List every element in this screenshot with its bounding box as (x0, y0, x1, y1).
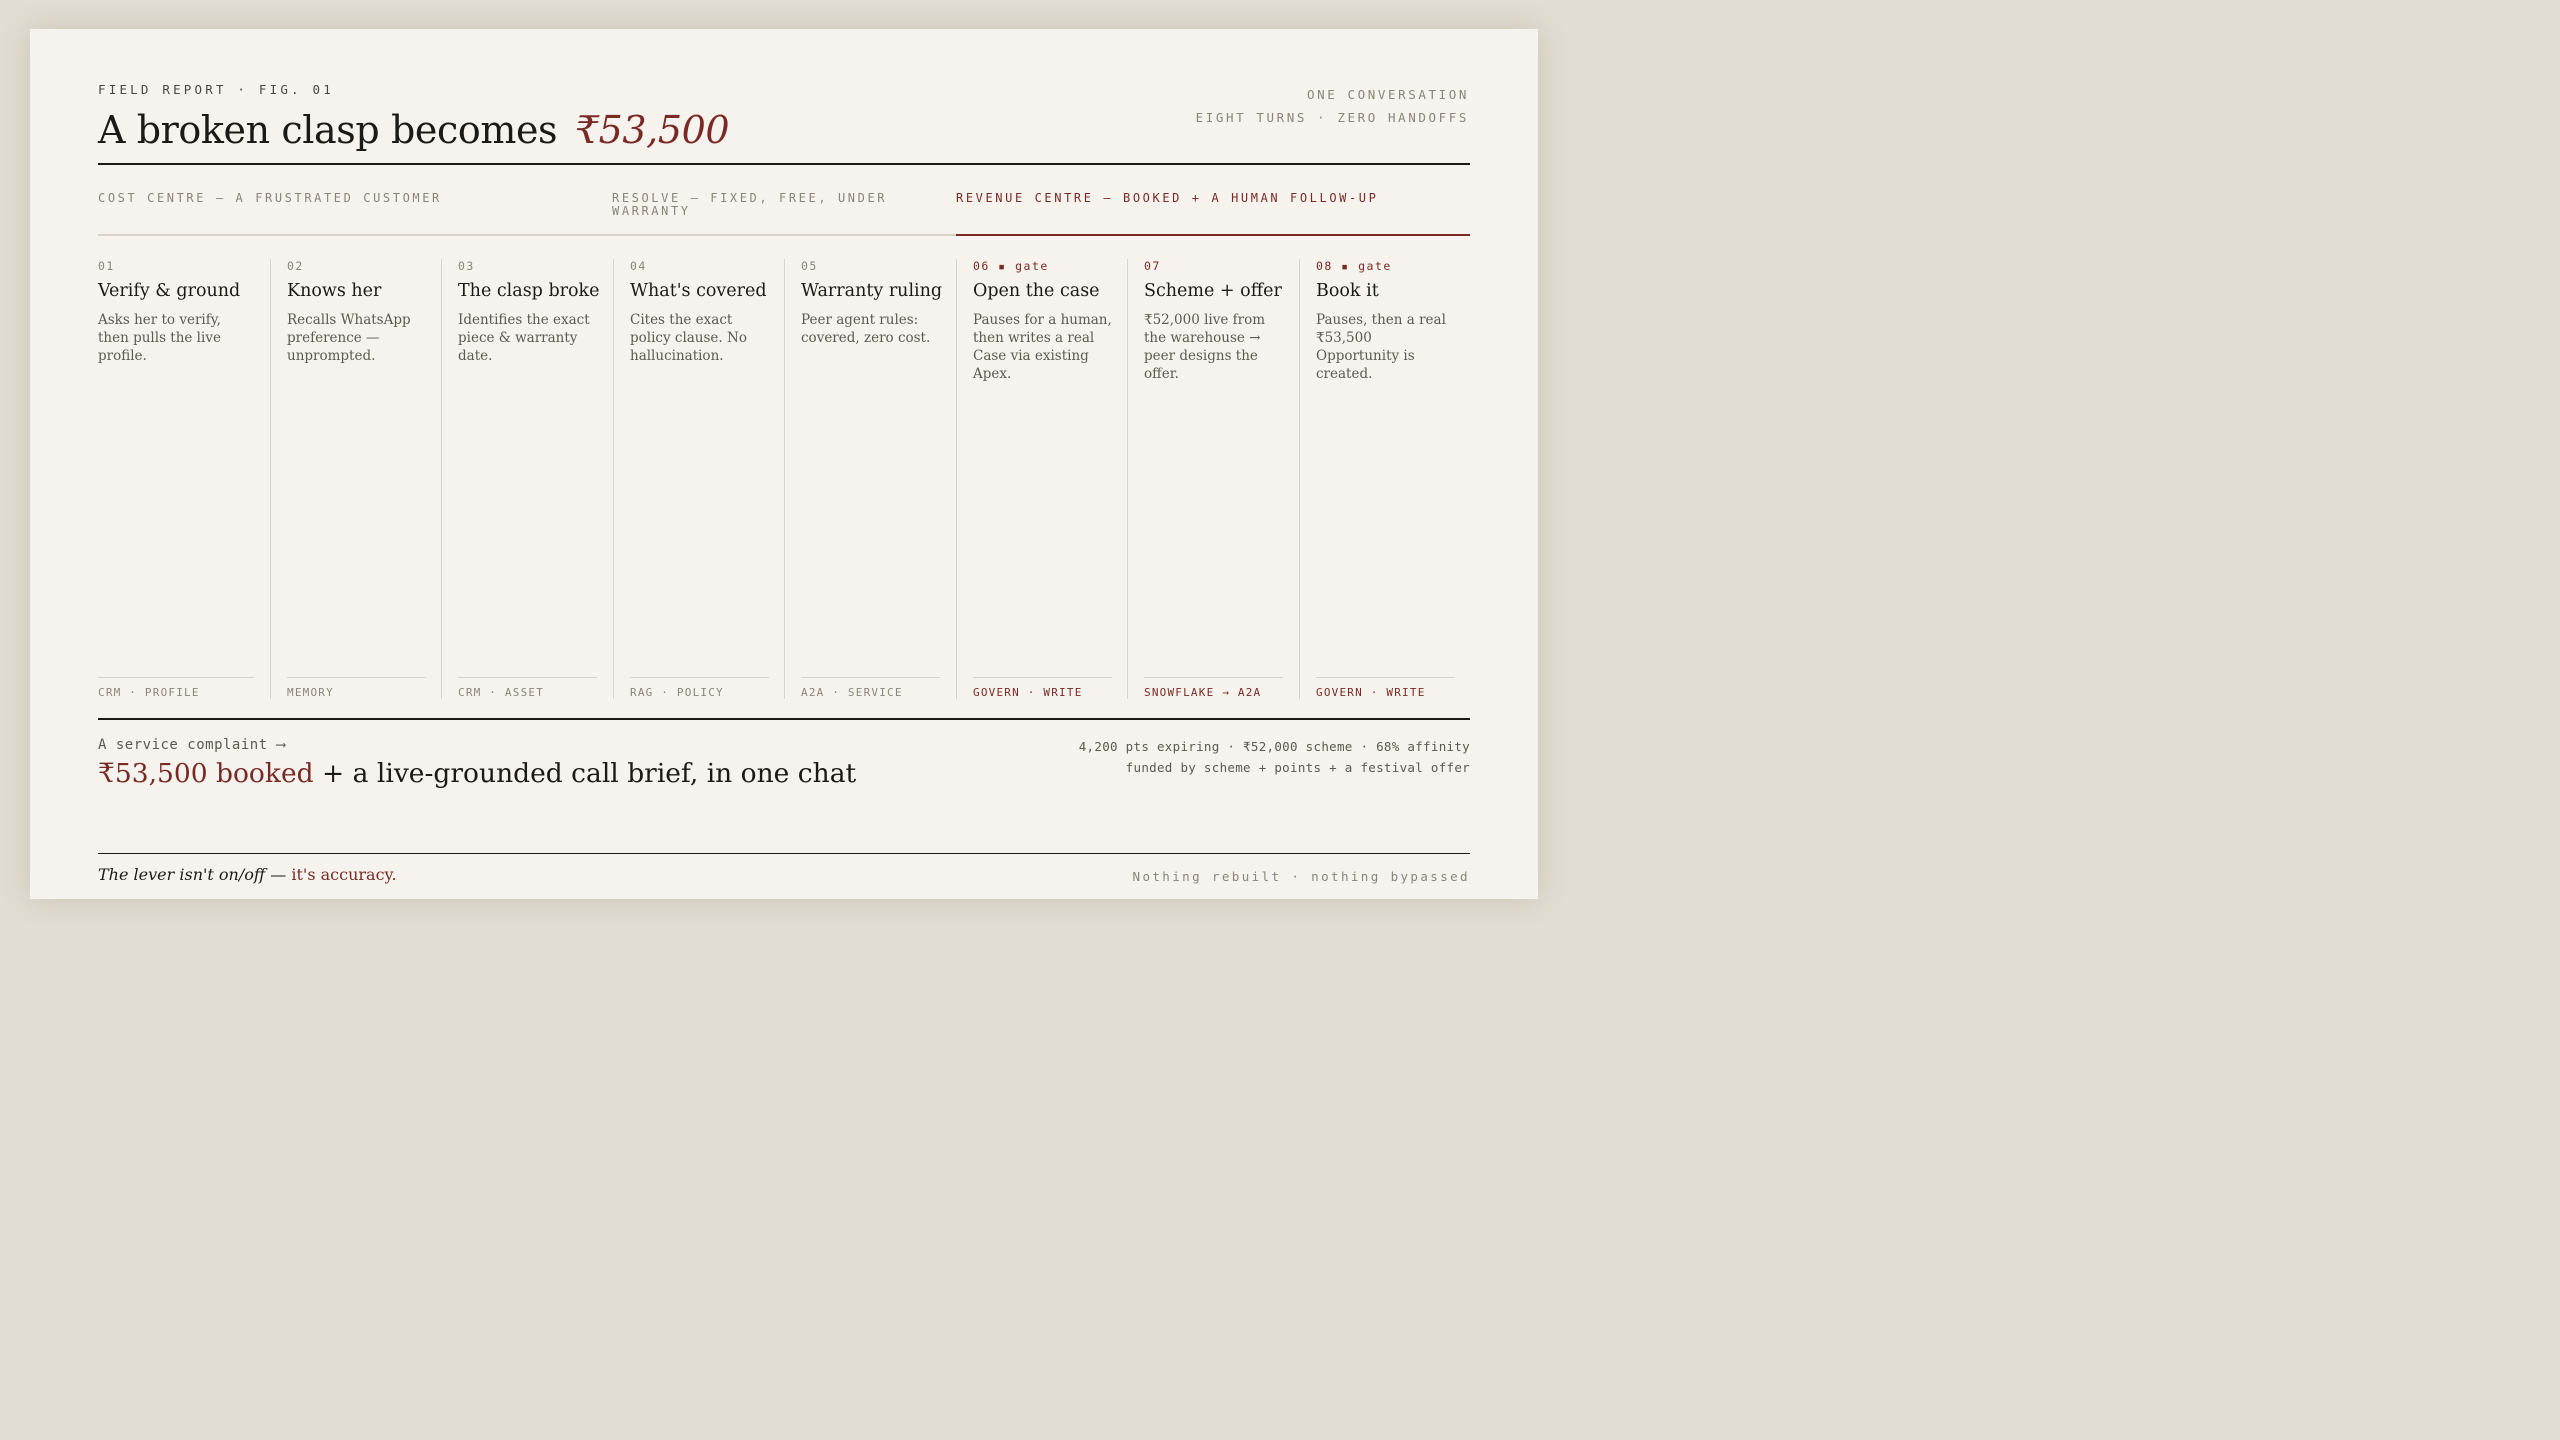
meta-conversation: ONE CONVERSATION (1306, 87, 1469, 102)
step-divider (630, 677, 769, 678)
step-card: 05 Warranty ruling Peer agent rules: cov… (784, 259, 956, 699)
footer-closing: Nothing rebuilt · nothing bypassed (1132, 869, 1470, 884)
step-tag: RAG · POLICY (630, 686, 724, 699)
step-title: Scheme + offer (1144, 281, 1282, 301)
step-title: What's covered (630, 281, 767, 301)
step-card: 07 Scheme + offer ₹52,000 live from the … (1127, 259, 1299, 699)
step-tag: GOVERN · WRITE (973, 686, 1083, 699)
step-card: 02 Knows her Recalls WhatsApp preference… (270, 259, 442, 699)
summary-stats: 4,200 pts expiring · ₹52,000 scheme · 68… (1078, 739, 1470, 754)
step-divider (98, 677, 254, 678)
title-text: A broken clasp becomes (98, 108, 558, 152)
step-description: ₹52,000 live from the warehouse → peer d… (1144, 312, 1266, 382)
step-number: 03 (458, 259, 475, 273)
step-number: 04 (630, 259, 647, 273)
step-description: Identifies the exact piece & warranty da… (458, 312, 590, 364)
step-divider (973, 677, 1112, 678)
phase-cost-centre: COST CENTRE — A FRUSTRATED CUSTOMER (98, 191, 442, 205)
meta-turns: EIGHT TURNS · ZERO HANDOFFS (1195, 110, 1469, 125)
step-description: Pauses for a human, then writes a real C… (973, 312, 1112, 382)
step-description: Cites the exact policy clause. No halluc… (630, 312, 747, 364)
step-divider (1316, 677, 1455, 678)
step-tag: MEMORY (287, 686, 334, 699)
step-title: Knows her (287, 281, 382, 301)
step-title: Book it (1316, 281, 1379, 301)
step-tag: GOVERN · WRITE (1316, 686, 1426, 699)
step-description: Peer agent rules: covered, zero cost. (801, 312, 931, 346)
phase-revenue-centre: REVENUE CENTRE — BOOKED + A HUMAN FOLLOW… (956, 191, 1379, 205)
header-divider (98, 163, 1470, 165)
step-tag: A2A · SERVICE (801, 686, 903, 699)
step-number: 08 ▪ gate (1316, 259, 1392, 273)
step-tag: SNOWFLAKE → A2A (1144, 686, 1262, 699)
step-number: 05 (801, 259, 818, 273)
step-tag: CRM · PROFILE (98, 686, 200, 699)
step-description: Pauses, then a real ₹53,500 Opportunity … (1316, 312, 1446, 382)
headline-rest: + a live-grounded call brief, in one cha… (313, 758, 857, 789)
step-divider (801, 677, 940, 678)
report-kicker: FIELD REPORT · FIG. 01 (98, 82, 334, 97)
step-divider (458, 677, 597, 678)
title-amount: ₹53,500 (574, 108, 730, 152)
lever-accent: it's accuracy. (291, 865, 397, 884)
step-number: 01 (98, 259, 115, 273)
step-number: 06 ▪ gate (973, 259, 1049, 273)
step-card: 06 ▪ gate Open the case Pauses for a hum… (956, 259, 1128, 699)
step-description: Asks her to verify, then pulls the live … (98, 312, 221, 364)
step-card: 08 ▪ gate Book it Pauses, then a real ₹5… (1299, 259, 1471, 699)
summary-funding: funded by scheme + points + a festival o… (1125, 760, 1470, 775)
step-description: Recalls WhatsApp preference — unprompted… (287, 312, 411, 364)
page-title: A broken clasp becomes ₹53,500 (98, 107, 730, 153)
step-title: Open the case (973, 281, 1100, 301)
phase-track-revenue (956, 234, 1470, 236)
step-card: 04 What's covered Cites the exact policy… (613, 259, 785, 699)
phase-resolve: RESOLVE — FIXED, FREE, UNDER WARRANTY (612, 191, 888, 218)
step-card: 03 The clasp broke Identifies the exact … (441, 259, 613, 699)
step-title: Verify & ground (98, 281, 241, 301)
footer-lever: The lever isn't on/off — it's accuracy. (98, 865, 397, 884)
summary-intro: A service complaint ⟶ (98, 737, 286, 753)
report-page: FIELD REPORT · FIG. 01 A broken clasp be… (30, 29, 1538, 899)
summary-headline: ₹53,500 booked + a live-grounded call br… (98, 758, 856, 789)
footer-divider (98, 853, 1470, 854)
lever-text: The lever isn't on/off — (98, 865, 292, 884)
step-divider (287, 677, 426, 678)
step-title: Warranty ruling (801, 281, 943, 301)
headline-amount: ₹53,500 booked (98, 758, 314, 789)
step-title: The clasp broke (458, 281, 600, 301)
step-number: 02 (287, 259, 304, 273)
step-divider (1144, 677, 1283, 678)
step-card: 01 Verify & ground Asks her to verify, t… (98, 259, 270, 699)
phase-track (98, 234, 956, 236)
step-number: 07 (1144, 259, 1161, 273)
step-tag: CRM · ASSET (458, 686, 545, 699)
summary-divider (98, 718, 1470, 720)
